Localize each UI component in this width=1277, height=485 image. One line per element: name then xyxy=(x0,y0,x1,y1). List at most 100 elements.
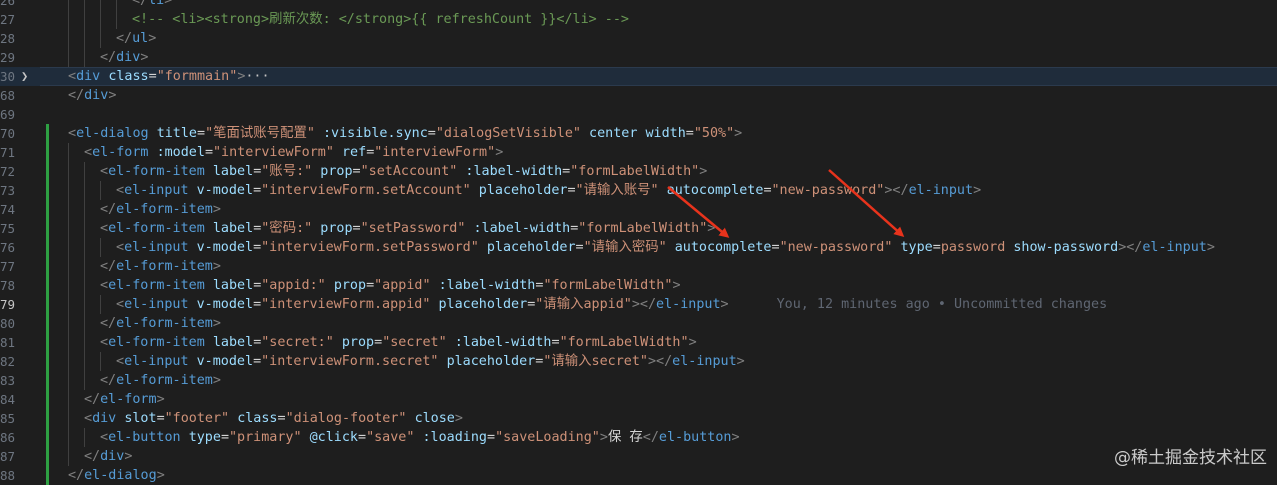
code-line[interactable]: 28 </ul> xyxy=(0,29,1277,48)
git-modified-marker[interactable] xyxy=(46,181,49,200)
git-modified-marker[interactable] xyxy=(46,257,49,276)
code-line[interactable]: 69 xyxy=(0,105,1277,124)
code-token: > xyxy=(140,50,149,65)
git-modified-marker[interactable] xyxy=(46,390,49,409)
code-text[interactable]: <el-input v-model="interviewForm.secret"… xyxy=(116,352,745,371)
code-line[interactable]: 83 </el-form-item> xyxy=(0,371,1277,390)
code-editor[interactable]: 26 </li> 27 <!-- <li><strong>刷新次数: </strong… xyxy=(0,0,1277,485)
code-line[interactable]: 29 </div> xyxy=(0,48,1277,67)
code-text[interactable]: </ul> xyxy=(116,29,156,48)
indent-guide xyxy=(68,29,69,48)
git-blame-annotation: You, 12 minutes ago • Uncommitted change… xyxy=(776,297,1108,312)
indent-guide xyxy=(68,48,69,67)
line-number: 26 xyxy=(0,0,16,8)
code-text[interactable]: </el-form-item> xyxy=(100,200,221,219)
code-token: = xyxy=(156,411,165,426)
git-modified-marker[interactable] xyxy=(46,352,49,371)
code-token: </ xyxy=(100,202,117,217)
code-text[interactable]: </div> xyxy=(84,447,132,466)
code-token: = xyxy=(352,164,361,179)
indent-guide xyxy=(68,295,69,314)
code-text[interactable]: <div slot="footer" class="dialog-footer"… xyxy=(84,409,463,428)
git-modified-marker[interactable] xyxy=(46,409,49,428)
code-token: el-input xyxy=(124,354,189,369)
code-line[interactable]: 73 <el-input v-model="interviewForm.setAc… xyxy=(0,181,1277,200)
code-text[interactable]: <!-- <li><strong>刷新次数: </strong>{{ refre… xyxy=(132,10,629,29)
git-modified-marker[interactable] xyxy=(46,276,49,295)
git-modified-marker[interactable] xyxy=(46,314,49,333)
code-token: prop xyxy=(341,335,375,350)
code-line[interactable]: 72 <el-form-item label="账号:" prop="setAcc… xyxy=(0,162,1277,181)
code-line[interactable]: 85 <div slot="footer" class="dialog-foote… xyxy=(0,409,1277,428)
indent-guide xyxy=(84,257,85,276)
code-token: ></ xyxy=(1118,240,1143,255)
code-text[interactable]: <el-dialog title="笔面试账号配置" :visible.sync… xyxy=(68,124,742,143)
code-line[interactable]: 75 <el-form-item label="密码:" prop="setPas… xyxy=(0,219,1277,238)
git-modified-marker[interactable] xyxy=(46,371,49,390)
indent-guide xyxy=(84,29,85,48)
code-token: el-input xyxy=(124,240,189,255)
code-line[interactable]: 86 <el-button type="primary" @click="save… xyxy=(0,428,1277,447)
code-text[interactable]: </div> xyxy=(68,86,116,105)
code-line[interactable]: 30 ❯ <div class="formmain">··· xyxy=(0,67,1277,86)
git-modified-marker[interactable] xyxy=(46,447,49,466)
git-modified-marker[interactable] xyxy=(46,124,49,143)
code-line[interactable]: 26 </li> xyxy=(0,0,1277,10)
code-text[interactable]: </el-form-item> xyxy=(100,257,221,276)
code-text[interactable]: <el-form-item label="appid:" prop="appid… xyxy=(100,276,681,295)
indent-guide xyxy=(84,276,85,295)
code-token: </ xyxy=(84,449,101,464)
indent-guide xyxy=(100,10,101,29)
code-line[interactable]: 79 <el-input v-model="interviewForm.appid… xyxy=(0,295,1277,314)
code-text[interactable]: <el-form :model="interviewForm" ref="int… xyxy=(84,143,503,162)
indent-guide xyxy=(68,219,69,238)
git-modified-marker[interactable] xyxy=(46,219,49,238)
code-token: label xyxy=(212,335,254,350)
code-token: </ xyxy=(116,31,133,46)
code-text[interactable]: </el-form> xyxy=(84,390,165,409)
code-line[interactable]: 76 <el-input v-model="interviewForm.setPa… xyxy=(0,238,1277,257)
code-text[interactable]: <el-form-item label="账号:" prop="setAccou… xyxy=(100,162,707,181)
indent-guide xyxy=(68,352,69,371)
git-modified-marker[interactable] xyxy=(46,428,49,447)
code-line[interactable]: 78 <el-form-item label="appid:" prop="app… xyxy=(0,276,1277,295)
code-text[interactable]: <el-form-item label="密码:" prop="setPassw… xyxy=(100,219,715,238)
code-line[interactable]: 84 </el-form> xyxy=(0,390,1277,409)
code-line[interactable]: 82 <el-input v-model="interviewForm.secre… xyxy=(0,352,1277,371)
git-modified-marker[interactable] xyxy=(46,143,49,162)
indent-guide xyxy=(100,238,101,257)
code-token: = xyxy=(567,183,576,198)
code-token: "new-password" xyxy=(779,240,893,255)
code-text[interactable]: <el-input v-model="interviewForm.setPass… xyxy=(116,238,1215,257)
code-text[interactable]: <el-button type="primary" @click="save" … xyxy=(100,428,740,447)
code-line[interactable]: 70 <el-dialog title="笔面试账号配置" :visible.sy… xyxy=(0,124,1277,143)
code-text[interactable]: </div> xyxy=(100,48,148,67)
git-modified-marker[interactable] xyxy=(46,200,49,219)
code-token: "secret:" xyxy=(261,335,334,350)
git-modified-marker[interactable] xyxy=(46,333,49,352)
code-text[interactable]: <el-input v-model="interviewForm.setAcco… xyxy=(116,181,981,200)
code-token: v-model xyxy=(196,354,254,369)
indent-guide xyxy=(68,447,69,466)
code-text[interactable]: <el-form-item label="secret:" prop="secr… xyxy=(100,333,697,352)
code-text[interactable]: </li> xyxy=(132,0,172,10)
code-line[interactable]: 27 <!-- <li><strong>刷新次数: </strong>{{ ref… xyxy=(0,10,1277,29)
code-token: < xyxy=(116,183,125,198)
code-text[interactable]: <el-input v-model="interviewForm.appid" … xyxy=(116,295,1107,314)
git-modified-marker[interactable] xyxy=(46,238,49,257)
code-line[interactable]: 71 <el-form :model="interviewForm" ref="i… xyxy=(0,143,1277,162)
code-line[interactable]: 87 </div> xyxy=(0,447,1277,466)
code-line[interactable]: 74 </el-form-item> xyxy=(0,200,1277,219)
code-token: placeholder xyxy=(478,183,568,198)
git-modified-marker[interactable] xyxy=(46,162,49,181)
code-line[interactable]: 68 </div> xyxy=(0,86,1277,105)
code-line[interactable]: 80 </el-form-item> xyxy=(0,314,1277,333)
indent-guide xyxy=(68,409,69,428)
code-text[interactable]: <div class="formmain">··· xyxy=(68,67,270,86)
chevron-right-icon[interactable]: ❯ xyxy=(21,67,28,86)
git-modified-marker[interactable] xyxy=(46,295,49,314)
code-line[interactable]: 81 <el-form-item label="secret:" prop="se… xyxy=(0,333,1277,352)
code-text[interactable]: </el-form-item> xyxy=(100,314,221,333)
code-text[interactable]: </el-form-item> xyxy=(100,371,221,390)
code-line[interactable]: 77 </el-form-item> xyxy=(0,257,1277,276)
